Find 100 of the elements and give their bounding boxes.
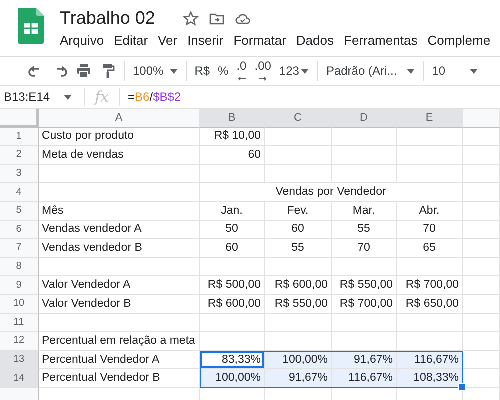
- spreadsheet-logo-icon[interactable]: [18, 8, 44, 44]
- table-cell: R$ 600,00: [265, 276, 332, 295]
- menu-item[interactable]: Ferramentas: [344, 33, 418, 48]
- document-title[interactable]: Trabalho 02: [60, 8, 156, 29]
- row-header[interactable]: 9: [0, 276, 39, 295]
- menu-item[interactable]: Inserir: [188, 33, 224, 48]
- table-cell: Abr.: [397, 202, 463, 221]
- row-header[interactable]: 3: [0, 164, 39, 184]
- menu-item[interactable]: Ver: [158, 33, 178, 48]
- empty-cell: [397, 146, 463, 165]
- empty-cell: [463, 220, 500, 240]
- table-cell: R$ 500,00: [200, 276, 265, 295]
- table-cell: Vendas vendedor B: [39, 239, 200, 258]
- percent-button[interactable]: %: [218, 64, 229, 78]
- table-cell: 108,33%: [397, 369, 463, 388]
- empty-cell: [265, 164, 332, 184]
- table-cell: R$ 600,00: [200, 294, 265, 314]
- table-cell: Valor Vendedor A: [39, 276, 200, 295]
- empty-cell: [200, 258, 265, 276]
- column-header[interactable]: A: [39, 109, 200, 128]
- row-header[interactable]: 1: [0, 128, 39, 146]
- table-cell: Vendas por Vendedor: [200, 183, 463, 202]
- row-header[interactable]: 2: [0, 146, 39, 165]
- table-cell: 91,67%: [265, 369, 332, 388]
- print-icon[interactable]: [76, 63, 92, 79]
- table-cell: Fev.: [265, 202, 332, 221]
- empty-cell: [265, 146, 332, 165]
- row-header[interactable]: 5: [0, 202, 39, 221]
- empty-cell: [463, 128, 500, 146]
- paint-roller-icon[interactable]: [100, 63, 116, 79]
- font-dropdown[interactable]: Padrão (Ari...: [326, 64, 416, 78]
- empty-cell: [397, 164, 463, 184]
- table-cell: Percentual Vendedor B: [39, 369, 200, 388]
- empty-cell: [332, 164, 397, 184]
- table-cell: Jan.: [200, 202, 265, 221]
- caret-icon: [470, 68, 478, 74]
- table-cell: R$ 550,00: [265, 294, 332, 314]
- fx-label: fx: [84, 88, 120, 106]
- row-header[interactable]: 12: [0, 332, 39, 351]
- menu-item[interactable]: Editar: [114, 33, 148, 48]
- column-header[interactable]: C: [265, 109, 332, 128]
- table-cell: 65: [397, 239, 463, 258]
- empty-cell: [200, 164, 265, 184]
- empty-cell: [200, 314, 265, 332]
- caret-icon: [407, 68, 416, 74]
- row-header[interactable]: 11: [0, 314, 39, 332]
- table-cell: R$ 10,00: [200, 128, 265, 146]
- row-header[interactable]: 14: [0, 369, 39, 388]
- row-header[interactable]: 4: [0, 183, 39, 202]
- empty-cell: [463, 183, 500, 202]
- row-header[interactable]: 7: [0, 239, 39, 258]
- caret-icon: [301, 68, 310, 74]
- star-icon[interactable]: [183, 10, 200, 26]
- empty-cell: [397, 128, 463, 146]
- row-header[interactable]: 10: [0, 294, 39, 314]
- format-dropdown[interactable]: 123: [279, 64, 310, 78]
- table-cell: 60: [200, 239, 265, 258]
- empty-cell: [332, 314, 397, 332]
- formula-field[interactable]: =B6/$B$2: [120, 90, 182, 104]
- empty-cell: [265, 258, 332, 276]
- table-cell: 70: [332, 239, 397, 258]
- empty-cell: [397, 332, 463, 351]
- increase-decimals-button[interactable]: .00: [254, 61, 272, 81]
- table-cell: Custo por produto: [39, 128, 200, 146]
- table-cell: R$ 700,00: [332, 294, 397, 314]
- empty-cell: [463, 314, 500, 332]
- caret-icon: [170, 68, 178, 74]
- column-header[interactable]: E: [397, 109, 463, 128]
- table-cell: 55: [332, 220, 397, 240]
- table-cell: R$ 550,00: [332, 276, 397, 295]
- name-box[interactable]: B13:E14: [0, 90, 84, 104]
- empty-cell: [265, 314, 332, 332]
- fill-handle[interactable]: [458, 382, 466, 391]
- menu-item[interactable]: Dados: [296, 33, 334, 48]
- column-header[interactable]: D: [332, 109, 397, 128]
- right-arrow-icon: [259, 77, 268, 81]
- menu-item[interactable]: Arquivo: [60, 33, 104, 48]
- empty-cell: [463, 146, 500, 165]
- menu-item[interactable]: Compleme: [428, 33, 491, 48]
- row-header[interactable]: 8: [0, 258, 39, 276]
- table-cell: R$ 650,00: [397, 294, 463, 314]
- currency-button[interactable]: R$: [194, 64, 210, 78]
- empty-cell: [463, 294, 500, 314]
- empty-cell: [332, 258, 397, 276]
- empty-cell: [463, 332, 500, 351]
- empty-cell: [265, 128, 332, 146]
- menu-item[interactable]: Formatar: [234, 33, 286, 48]
- decrease-decimals-button[interactable]: .0: [236, 61, 247, 81]
- column-header[interactable]: B: [200, 109, 265, 128]
- left-arrow-icon: [238, 77, 246, 81]
- table-cell: Meta de vendas: [39, 146, 200, 165]
- table-cell: Percentual Vendedor A: [39, 350, 200, 370]
- table-cell: 100,00%: [200, 369, 265, 388]
- font-size-dropdown[interactable]: 10: [432, 64, 478, 78]
- empty-cell: [265, 332, 332, 351]
- row-header[interactable]: 6: [0, 220, 39, 240]
- row-header[interactable]: 13: [0, 350, 39, 370]
- empty-cell: [463, 239, 500, 258]
- empty-cell: [463, 164, 500, 184]
- zoom-dropdown[interactable]: 100%: [133, 64, 178, 78]
